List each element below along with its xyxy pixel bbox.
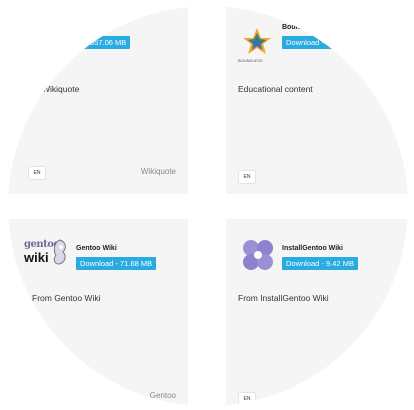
language-badge: EN — [28, 166, 46, 180]
language-badge: EN — [238, 170, 256, 184]
download-button[interactable]: Download - 9.42 MB — [282, 257, 358, 270]
zoomed-viewport: Download - 357.06 MB Wikiquote EN Wikiqu… — [8, 6, 408, 406]
download-button[interactable]: Download - 357.06 MB — [46, 36, 131, 49]
card-title: InstallGentoo Wiki — [282, 245, 343, 252]
wiki-logo-text: wiki — [24, 250, 49, 265]
download-button[interactable]: Download - 12 — [282, 36, 339, 49]
installgentoo-logo-icon — [240, 237, 276, 273]
content-card-gentoo-wiki[interactable]: gentoo wiki Gentoo Wiki Download - 71.68… — [8, 219, 188, 406]
card-title: Gentoo Wiki — [76, 245, 117, 252]
download-button[interactable]: Download - 71.68 MB — [76, 257, 157, 270]
card-description: Educational content — [238, 84, 313, 94]
language-badge: EN — [238, 392, 256, 406]
boundless-logo-caption: BOUNDLESS — [238, 58, 263, 63]
card-description: Wikiquote — [42, 84, 80, 94]
card-description: From Gentoo Wiki — [32, 293, 101, 303]
card-publisher: Wikiquote — [140, 167, 176, 176]
card-title: Boundless — [282, 24, 318, 31]
content-card-installgentoo-wiki[interactable]: InstallGentoo Wiki Download - 9.42 MB Fr… — [226, 219, 408, 406]
card-description: From InstallGentoo Wiki — [238, 293, 329, 303]
boundless-logo-icon: BOUNDLESS — [238, 24, 274, 63]
gentoo-wiki-logo-icon: gentoo wiki — [18, 237, 70, 273]
card-publisher: Gentoo — [149, 391, 176, 400]
content-card-wikiquote[interactable]: Download - 357.06 MB Wikiquote EN Wikiqu… — [8, 6, 188, 194]
content-card-boundless[interactable]: BOUNDLESS Boundless Download - 12 Educat… — [226, 6, 408, 194]
